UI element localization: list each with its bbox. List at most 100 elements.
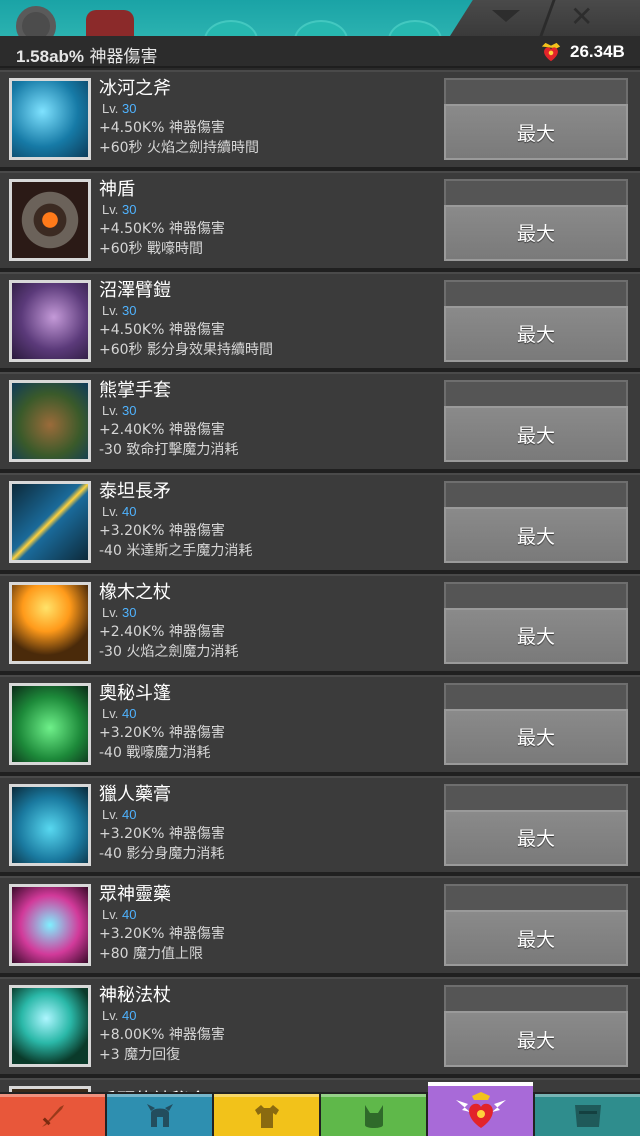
level-label: Lv. (102, 705, 119, 721)
artifact-stat-damage: +4.50K% 神器傷害 (99, 220, 225, 237)
relic-currency: 26.34B (570, 42, 625, 61)
tab-winged-heart[interactable] (428, 1082, 533, 1136)
artifact-stat-bonus: -30 致命打擊魔力消耗 (99, 442, 239, 459)
artifact-stat-damage: +3.20K% 神器傷害 (99, 523, 225, 540)
max-level-button[interactable]: 最大 (444, 910, 628, 967)
artifact-stat-bonus: +60秒 戰嚎時間 (99, 240, 203, 257)
upgrade-button[interactable]: 最大 (444, 380, 628, 464)
level-number: 40 (122, 806, 137, 822)
artifact-name: 泰坦長矛 (99, 481, 171, 503)
max-level-button[interactable]: 最大 (444, 607, 628, 664)
tab-pet[interactable] (321, 1094, 426, 1136)
artifact-level: Lv. 30 (99, 604, 238, 622)
artifact-level: Lv. 40 (99, 705, 225, 723)
max-level-button[interactable]: 最大 (444, 809, 628, 866)
artifact-icon-frame (9, 783, 91, 866)
upgrade-cost-bar (444, 178, 628, 205)
level-number: 40 (122, 504, 137, 520)
level-number: 40 (122, 1008, 137, 1024)
tab-helmet[interactable] (107, 1094, 212, 1136)
upgrade-button[interactable]: 最大 (444, 178, 628, 263)
artifact-row: 熊掌手套 Lv. 30 +2.40K% 神器傷害 -30 致命打擊魔力消耗 最大 (0, 372, 640, 474)
max-level-button[interactable]: 最大 (444, 708, 628, 765)
divider (539, 0, 556, 36)
artifact-stat-damage: +3.20K% 神器傷害 (99, 724, 225, 741)
artifact-stat-damage: +4.50K% 神器傷害 (99, 120, 225, 136)
artifact-icon-frame (9, 985, 91, 1068)
game-top-strip: ✕ (0, 0, 640, 36)
artifact-stat-damage: +2.40K% 神器傷害 (99, 623, 225, 640)
arcane-cloak-icon (12, 685, 88, 762)
level-label: Lv. (102, 403, 119, 419)
skill-orb-icon[interactable] (294, 20, 348, 36)
level-number: 30 (122, 201, 137, 217)
artifact-row: 眾神靈藥 Lv. 40 +3.20K% 神器傷害 +80 魔力值上限 最大 (0, 876, 640, 978)
max-level-button[interactable]: 最大 (444, 204, 628, 261)
artifact-name: 奧秘斗篷 (99, 682, 171, 704)
upgrade-button[interactable]: 最大 (444, 682, 628, 767)
artifact-level: Lv. 30 (99, 201, 225, 219)
swamp-gauntlet-icon (12, 282, 88, 359)
artifact-row: 獵人藥膏 Lv. 40 +3.20K% 神器傷害 -40 影分身魔力消耗 最大 (0, 775, 640, 877)
artifact-info: 泰坦長矛 Lv. 40 +3.20K% 神器傷害 -40 米達斯之手魔力消耗 (99, 481, 252, 561)
damage-value: 1.58ab% (16, 47, 85, 66)
artifact-info: 沼澤臂鎧 Lv. 30 +4.50K% 神器傷害 +60秒 影分身效果持續時間 (99, 280, 273, 360)
upgrade-button[interactable]: 最大 (444, 581, 628, 666)
upgrade-cost-bar (444, 581, 628, 608)
upgrade-button[interactable]: 最大 (444, 783, 628, 868)
artifact-stat-bonus: -40 米達斯之手魔力消耗 (99, 543, 253, 560)
upgrade-button[interactable]: 最大 (444, 884, 628, 968)
artifact-icon-frame (9, 581, 91, 664)
artifact-name: 沼澤臂鎧 (99, 279, 171, 301)
upgrade-cost-bar (444, 985, 628, 1012)
settings-gear-icon[interactable] (16, 6, 56, 36)
upgrade-button[interactable]: 最大 (444, 985, 628, 1069)
artifact-stat-damage: +8.00K% 神器傷害 (99, 1027, 225, 1044)
artifact-row-partial (0, 1077, 640, 1092)
shirt-icon (252, 1101, 282, 1135)
bottom-tab-bar (0, 1082, 640, 1136)
upgrade-cost-bar (444, 481, 628, 508)
collapse-panel-icon[interactable] (492, 10, 520, 22)
skill-orb-icon[interactable] (204, 20, 258, 36)
max-level-button[interactable]: 最大 (444, 406, 628, 463)
upgrade-button[interactable]: 最大 (444, 78, 628, 162)
artifact-level: Lv. 40 (99, 906, 225, 924)
artifact-row: 奧秘斗篷 Lv. 40 +3.20K% 神器傷害 -40 戰嚎魔力消耗 最大 (0, 674, 640, 776)
max-level-button[interactable]: 最大 (444, 104, 628, 160)
upgrade-button[interactable]: 最大 (444, 279, 628, 364)
max-level-button[interactable]: 最大 (444, 305, 628, 362)
artifact-stat-bonus: +3 魔力回復 (99, 1047, 181, 1064)
upgrade-cost-bar (444, 682, 628, 709)
max-level-button[interactable]: 最大 (444, 507, 628, 564)
level-label: Lv. (102, 907, 119, 923)
artifact-row: 泰坦長矛 Lv. 40 +3.20K% 神器傷害 -40 米達斯之手魔力消耗 最… (0, 473, 640, 574)
artifact-stat-damage: +2.40K% 神器傷害 (99, 422, 225, 439)
tab-shop[interactable] (535, 1094, 640, 1136)
tab-shirt[interactable] (214, 1094, 319, 1136)
artifact-row: 沼澤臂鎧 Lv. 30 +4.50K% 神器傷害 +60秒 影分身效果持續時間 … (0, 271, 640, 373)
artifact-list[interactable]: 冰河之斧 Lv. 30 +4.50K% 神器傷害 +60秒 火焰之劍持續時間 最… (0, 70, 640, 1092)
upgrade-cost-bar (444, 783, 628, 810)
close-icon[interactable]: ✕ (570, 2, 593, 32)
artifact-row: 神秘法杖 Lv. 40 +8.00K% 神器傷害 +3 魔力回復 最大 (0, 977, 640, 1078)
artifact-icon-frame (9, 884, 91, 967)
helmet-icon (145, 1101, 175, 1135)
upgrade-button[interactable]: 最大 (444, 481, 628, 565)
shop-icon (571, 1101, 605, 1135)
artifact-stat-bonus: -40 影分身魔力消耗 (99, 845, 225, 862)
skill-orb-icon[interactable] (388, 20, 442, 36)
hero-helmet-icon[interactable] (86, 10, 134, 36)
artifact-stat-bonus: -40 戰嚎魔力消耗 (99, 744, 211, 761)
aegis-icon (12, 181, 88, 258)
total-artifact-damage: 1.58ab% 神器傷害 (16, 42, 157, 67)
artifact-icon-frame (9, 178, 91, 261)
artifact-stat-bonus: +80 魔力值上限 (99, 946, 203, 963)
max-level-button[interactable]: 最大 (444, 1011, 628, 1068)
artifact-info: 熊掌手套 Lv. 30 +2.40K% 神器傷害 -30 致命打擊魔力消耗 (99, 380, 238, 460)
tab-sword[interactable] (0, 1094, 105, 1136)
artifact-name: 神盾 (99, 178, 135, 200)
artifact-stat-bonus: +60秒 火焰之劍持續時間 (99, 140, 259, 156)
artifact-icon-frame (9, 481, 91, 564)
level-label: Lv. (102, 101, 119, 116)
